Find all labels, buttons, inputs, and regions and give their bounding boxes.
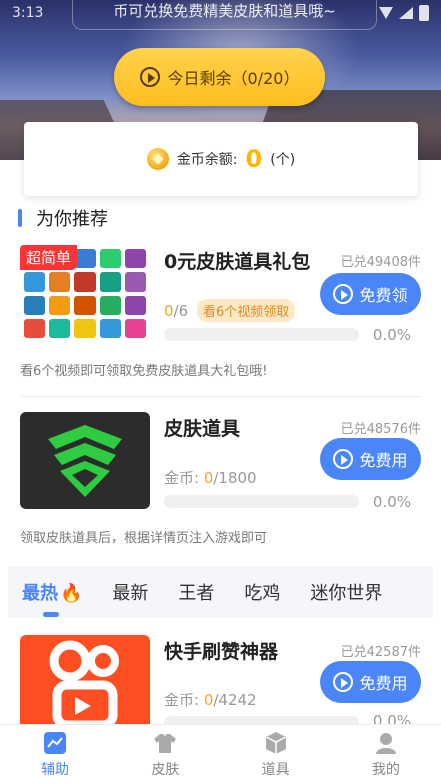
- status-bar: 3:13: [0, 0, 441, 26]
- section-bar: [18, 209, 22, 227]
- nav-skins[interactable]: 皮肤: [110, 725, 220, 784]
- free-claim-button[interactable]: 免费领: [320, 273, 421, 315]
- button-label: 免费用: [359, 674, 408, 693]
- shirt-icon: [154, 733, 177, 753]
- coin-value: 0: [245, 145, 263, 173]
- nav-mine[interactable]: 我的: [331, 725, 441, 784]
- coin-requirement: 金币: 0/4242: [164, 689, 257, 710]
- video-progress: 0/6 看6个视频领取: [164, 299, 296, 322]
- battery-icon: [419, 5, 429, 21]
- nav-label: 皮肤: [151, 761, 180, 778]
- progress-current: 0: [164, 302, 174, 320]
- coin-have: 0: [203, 469, 214, 487]
- cube-icon: [265, 731, 286, 754]
- shield-logo-icon: [48, 424, 122, 497]
- coin-requirement-label: 金币:: [164, 469, 204, 487]
- coin-requirement-label: 金币:: [164, 691, 204, 709]
- status-time: 3:13: [12, 5, 44, 21]
- item-title: 皮肤道具: [164, 418, 241, 440]
- progress-total: /6: [173, 302, 189, 320]
- section-header: 为你推荐: [18, 205, 108, 231]
- button-label: 免费用: [359, 451, 408, 470]
- easy-badge: 超简单: [20, 245, 78, 270]
- progress-percent: 0.0%: [372, 493, 411, 511]
- nav-label: 道具: [261, 761, 290, 778]
- bottom-navigation: 辅助 皮肤 道具 我的: [0, 724, 441, 784]
- category-tabs: 最热 🔥 最新 王者 吃鸡 迷你世界: [8, 566, 433, 618]
- free-use-button[interactable]: 免费用: [320, 438, 421, 480]
- kuaishou-thumbnail: [20, 635, 150, 732]
- kuaishou-logo-icon: [49, 640, 119, 729]
- nav-props[interactable]: 道具: [221, 725, 331, 784]
- tab-hottest[interactable]: 最热 🔥: [22, 579, 82, 605]
- free-use-button[interactable]: 免费用: [320, 661, 421, 703]
- redeemed-count: 已兑42587件: [340, 645, 421, 660]
- nav-assist[interactable]: 辅助: [0, 725, 110, 784]
- section-title: 为你推荐: [36, 209, 108, 230]
- tab-wangzhe[interactable]: 王者: [178, 579, 214, 605]
- today-remaining-button[interactable]: 今日剩余（0/20）: [114, 48, 325, 106]
- nav-label: 辅助: [41, 761, 70, 778]
- play-icon: [139, 67, 160, 87]
- video-tag: 看6个视频领取: [196, 299, 296, 322]
- coin-need: /4242: [213, 691, 257, 709]
- tab-mini-world[interactable]: 迷你世界: [310, 579, 382, 605]
- item-title: 0元皮肤道具礼包: [164, 251, 311, 273]
- tab-label: 最热: [22, 583, 58, 604]
- item-description: 看6个视频即可领取免费皮肤道具大礼包哦!: [20, 364, 268, 379]
- chart-icon: [44, 731, 67, 754]
- today-remaining-label: 今日剩余（0/20）: [167, 69, 300, 88]
- item-description: 领取皮肤道具后，根据详情页注入游戏即可: [20, 531, 268, 546]
- coin-have: 0: [203, 691, 214, 709]
- coin-requirement: 金币: 0/1800: [164, 467, 257, 488]
- redeemed-count: 已兑48576件: [340, 422, 421, 437]
- play-icon: [333, 449, 354, 469]
- tab-chiji[interactable]: 吃鸡: [244, 579, 280, 605]
- progress-percent: 0.0%: [372, 326, 411, 344]
- item-title: 快手刷赞神器: [164, 641, 279, 663]
- nav-label: 我的: [371, 761, 400, 778]
- play-icon: [333, 672, 354, 692]
- wifi-icon: [379, 7, 393, 19]
- button-label: 免费领: [359, 286, 408, 305]
- progress-bar: [164, 328, 359, 341]
- flame-icon: 🔥: [60, 583, 83, 604]
- divider: [20, 396, 421, 397]
- tab-newest[interactable]: 最新: [112, 579, 148, 605]
- signal-icon: [399, 7, 413, 19]
- coin-icon: [146, 148, 169, 170]
- coin-unit: (个): [270, 152, 296, 168]
- redeemed-count: 已兑49408件: [340, 255, 421, 270]
- coin-label: 金币余额:: [176, 152, 238, 168]
- coin-need: /1800: [213, 469, 257, 487]
- active-tab-indicator: [43, 612, 59, 617]
- status-icons: [379, 5, 429, 21]
- skin-tool-thumbnail: [20, 412, 150, 509]
- play-icon: [333, 284, 354, 304]
- progress-bar: [164, 495, 359, 508]
- coin-balance-card: 金币余额: 0 (个): [24, 122, 418, 196]
- user-icon: [375, 732, 396, 754]
